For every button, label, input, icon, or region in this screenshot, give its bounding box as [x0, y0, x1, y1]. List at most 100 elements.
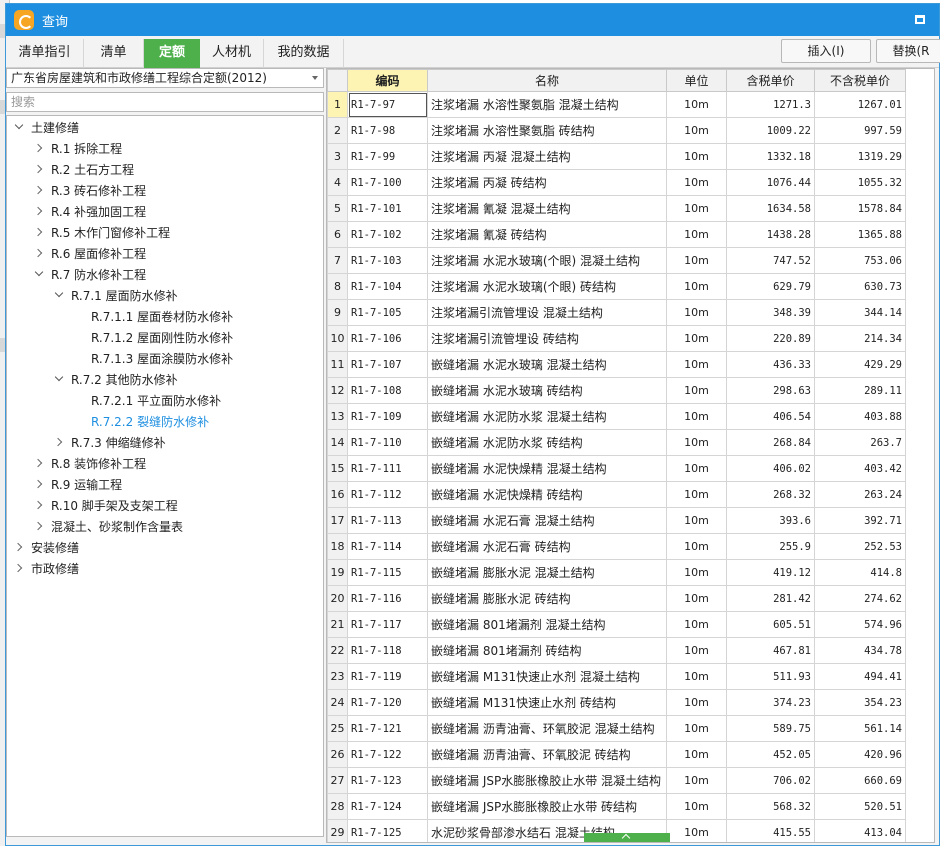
cell-name[interactable]: 嵌缝堵漏 膨胀水泥 混凝土结构 — [427, 559, 667, 586]
cell-name[interactable]: 嵌缝堵漏 JSP水膨胀橡胶止水带 混凝土结构 — [427, 767, 667, 794]
row-number[interactable]: 11 — [327, 351, 348, 378]
cell-unit[interactable]: 10m — [666, 533, 727, 560]
row-number[interactable]: 24 — [327, 689, 348, 716]
cell-unit[interactable]: 10m — [666, 637, 727, 664]
cell-price-tax[interactable]: 268.84 — [726, 429, 815, 456]
cell-price-notax[interactable]: 630.73 — [814, 273, 906, 300]
row-number[interactable]: 9 — [327, 299, 348, 326]
cell-name[interactable]: 注浆堵漏 丙凝 混凝土结构 — [427, 143, 667, 170]
maximize-icon[interactable] — [915, 15, 925, 24]
cell-price-tax[interactable]: 298.63 — [726, 377, 815, 404]
cell-code[interactable]: R1-7-112 — [347, 481, 428, 508]
table-row[interactable]: 21 R1-7-117 嵌缝堵漏 801堵漏剂 混凝土结构 10m 605.51 574.… — [327, 611, 906, 638]
column-header-name[interactable]: 名称 — [427, 69, 667, 92]
chevron-right-icon[interactable] — [33, 142, 45, 154]
table-row[interactable]: 18 R1-7-114 嵌缝堵漏 水泥石膏 砖结构 10m 255.9 252.53 — [327, 533, 906, 560]
cell-price-notax[interactable]: 1578.84 — [814, 195, 906, 222]
cell-name[interactable]: 注浆堵漏 丙凝 砖结构 — [427, 169, 667, 196]
cell-code[interactable]: R1-7-100 — [347, 169, 428, 196]
cell-price-notax[interactable]: 520.51 — [814, 793, 906, 820]
cell-unit[interactable]: 10m — [666, 377, 727, 404]
tree-node[interactable]: 混凝土、砂浆制作含量表 — [33, 517, 183, 538]
chevron-right-icon[interactable] — [33, 163, 45, 175]
cell-price-tax[interactable]: 419.12 — [726, 559, 815, 586]
table-row[interactable]: 7 R1-7-103 注浆堵漏 水泥水玻璃(个眼) 混凝土结构 10m 747.52 75… — [327, 247, 906, 274]
cell-name[interactable]: 注浆堵漏引流管埋设 砖结构 — [427, 325, 667, 352]
cell-code[interactable]: R1-7-120 — [347, 689, 428, 716]
cell-price-tax[interactable]: 1332.18 — [726, 143, 815, 170]
expand-handle[interactable] — [584, 833, 670, 842]
tree-node[interactable]: R.7.3 伸缩缝修补 — [53, 433, 166, 454]
tree-node[interactable]: R.5 木作门窗修补工程 — [33, 223, 170, 244]
cell-price-tax[interactable]: 629.79 — [726, 273, 815, 300]
cell-name[interactable]: 注浆堵漏 水泥水玻璃(个眼) 混凝土结构 — [427, 247, 667, 274]
table-row[interactable]: 15 R1-7-111 嵌缝堵漏 水泥快燥精 混凝土结构 10m 406.02 403.4… — [327, 455, 906, 482]
cell-code[interactable]: R1-7-117 — [347, 611, 428, 638]
tree-node[interactable]: R.7.1.2 屋面刚性防水修补 — [73, 328, 233, 349]
cell-name[interactable]: 注浆堵漏引流管埋设 混凝土结构 — [427, 299, 667, 326]
table-row[interactable]: 28 R1-7-124 嵌缝堵漏 JSP水膨胀橡胶止水带 砖结构 10m 568.32 5… — [327, 793, 906, 820]
cell-unit[interactable]: 10m — [666, 195, 727, 222]
cell-price-tax[interactable]: 393.6 — [726, 507, 815, 534]
row-number[interactable]: 8 — [327, 273, 348, 300]
library-select[interactable]: 广东省房屋建筑和市政修缮工程综合定额(2012) — [6, 68, 324, 88]
chevron-down-icon[interactable] — [13, 121, 25, 133]
table-row[interactable]: 1 R1-7-97 注浆堵漏 水溶性聚氨脂 混凝土结构 10m 1271.3 1267.0… — [327, 91, 906, 118]
chevron-down-icon[interactable] — [53, 373, 65, 385]
cell-price-tax[interactable]: 452.05 — [726, 741, 815, 768]
cell-name[interactable]: 嵌缝堵漏 水泥石膏 混凝土结构 — [427, 507, 667, 534]
cell-unit[interactable]: 10m — [666, 559, 727, 586]
cell-price-tax[interactable]: 568.32 — [726, 793, 815, 820]
cell-price-notax[interactable]: 660.69 — [814, 767, 906, 794]
cell-price-tax[interactable]: 605.51 — [726, 611, 815, 638]
table-row[interactable]: 3 R1-7-99 注浆堵漏 丙凝 混凝土结构 10m 1332.18 1319.29 — [327, 143, 906, 170]
table-row[interactable]: 17 R1-7-113 嵌缝堵漏 水泥石膏 混凝土结构 10m 393.6 392.71 — [327, 507, 906, 534]
cell-unit[interactable]: 10m — [666, 715, 727, 742]
cell-code[interactable]: R1-7-97 — [347, 91, 428, 118]
cell-name[interactable]: 注浆堵漏 氰凝 混凝土结构 — [427, 195, 667, 222]
row-number[interactable]: 26 — [327, 741, 348, 768]
cell-code[interactable]: R1-7-113 — [347, 507, 428, 534]
cell-name[interactable]: 嵌缝堵漏 膨胀水泥 砖结构 — [427, 585, 667, 612]
replace-button[interactable]: 替换(R — [876, 39, 940, 63]
cell-price-tax[interactable]: 1634.58 — [726, 195, 815, 222]
cell-price-tax[interactable]: 1271.3 — [726, 91, 815, 118]
row-number[interactable]: 19 — [327, 559, 348, 586]
tree-node[interactable]: 安装修缮 — [13, 538, 79, 559]
tree-node[interactable]: R.8 装饰修补工程 — [33, 454, 146, 475]
cell-price-notax[interactable]: 214.34 — [814, 325, 906, 352]
cell-unit[interactable]: 10m — [666, 247, 727, 274]
cell-price-tax[interactable]: 467.81 — [726, 637, 815, 664]
tree-node[interactable]: R.7 防水修补工程 — [33, 265, 146, 286]
cell-unit[interactable]: 10m — [666, 585, 727, 612]
cell-unit[interactable]: 10m — [666, 429, 727, 456]
chevron-right-icon[interactable] — [33, 520, 45, 532]
cell-price-tax[interactable]: 706.02 — [726, 767, 815, 794]
cell-unit[interactable]: 10m — [666, 689, 727, 716]
tree-node[interactable]: 土建修缮 — [13, 118, 79, 139]
cell-code[interactable]: R1-7-99 — [347, 143, 428, 170]
table-row[interactable]: 24 R1-7-120 嵌缝堵漏 M131快速止水剂 砖结构 10m 374.23 354… — [327, 689, 906, 716]
cell-code[interactable]: R1-7-111 — [347, 455, 428, 482]
cell-code[interactable]: R1-7-123 — [347, 767, 428, 794]
table-row[interactable]: 26 R1-7-122 嵌缝堵漏 沥青油膏、环氧胶泥 砖结构 10m 452.05 420… — [327, 741, 906, 768]
cell-code[interactable]: R1-7-125 — [347, 819, 428, 842]
chevron-down-icon[interactable] — [33, 268, 45, 280]
table-row[interactable]: 11 R1-7-107 嵌缝堵漏 水泥水玻璃 混凝土结构 10m 436.33 429.2… — [327, 351, 906, 378]
cell-price-notax[interactable]: 434.78 — [814, 637, 906, 664]
cell-unit[interactable]: 10m — [666, 819, 727, 842]
cell-code[interactable]: R1-7-121 — [347, 715, 428, 742]
table-row[interactable]: 8 R1-7-104 注浆堵漏 水泥水玻璃(个眼) 砖结构 10m 629.79 630.… — [327, 273, 906, 300]
tree-node[interactable]: R.6 屋面修补工程 — [33, 244, 146, 265]
cell-unit[interactable]: 10m — [666, 91, 727, 118]
cell-code[interactable]: R1-7-115 — [347, 559, 428, 586]
cell-name[interactable]: 嵌缝堵漏 801堵漏剂 混凝土结构 — [427, 611, 667, 638]
chevron-right-icon[interactable] — [33, 247, 45, 259]
tree-node[interactable]: R.7.1.1 屋面卷材防水修补 — [73, 307, 233, 328]
row-number[interactable]: 10 — [327, 325, 348, 352]
cell-price-notax[interactable]: 344.14 — [814, 299, 906, 326]
tab-my-data[interactable]: 我的数据 — [264, 39, 344, 68]
tree-node[interactable]: R.9 运输工程 — [33, 475, 122, 496]
table-row[interactable]: 16 R1-7-112 嵌缝堵漏 水泥快燥精 砖结构 10m 268.32 263.24 — [327, 481, 906, 508]
cell-price-notax[interactable]: 289.11 — [814, 377, 906, 404]
